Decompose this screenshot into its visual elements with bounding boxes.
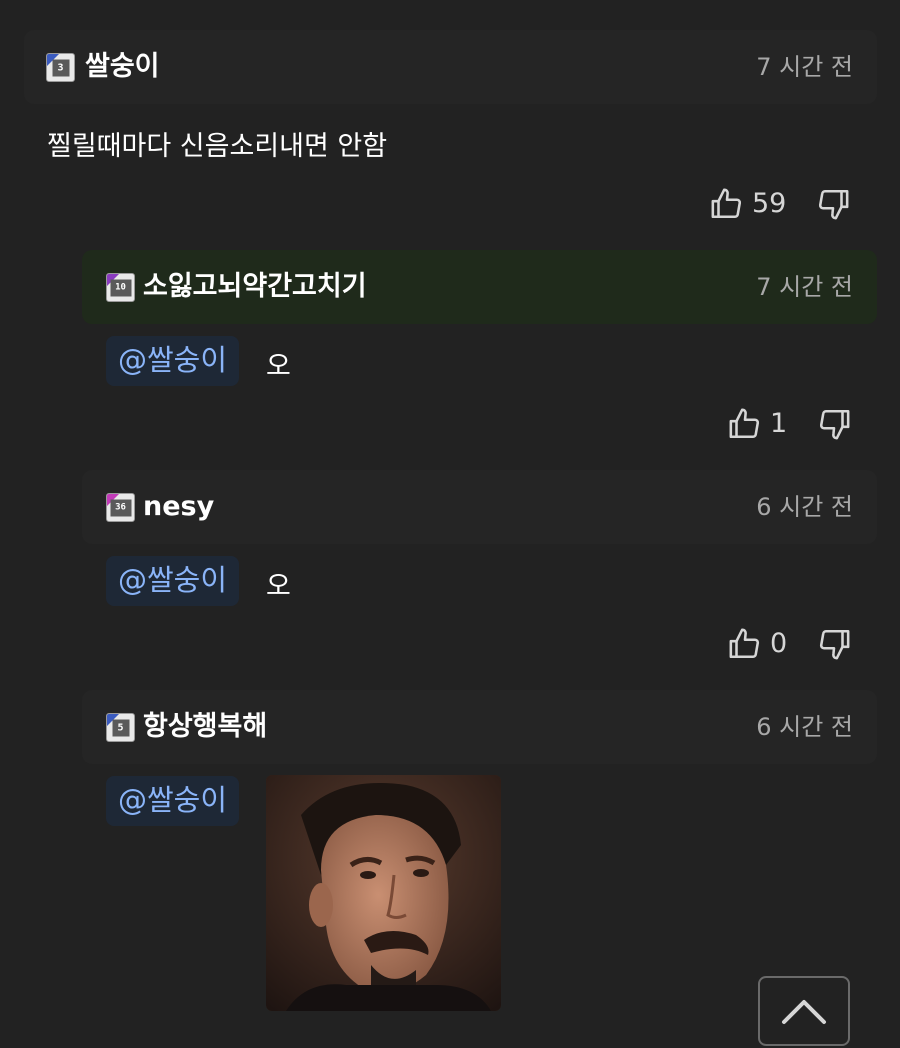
thumbs-up-icon[interactable]: [728, 406, 762, 442]
thumbs-up-icon[interactable]: [710, 186, 744, 222]
comment-vote-bar: 59: [710, 184, 850, 224]
level-badge-icon: 36: [106, 493, 135, 522]
comment-username[interactable]: 쌀숭이: [85, 48, 160, 86]
mention-tag[interactable]: @쌀숭이: [106, 556, 240, 606]
reply-time: 6 시간 전: [756, 713, 853, 741]
level-badge-icon: 10: [106, 273, 135, 302]
mention-tag[interactable]: @쌀숭이: [106, 336, 240, 386]
like-count: 1: [770, 408, 788, 439]
level-badge-icon: 3: [46, 53, 75, 82]
scroll-to-top-button[interactable]: [758, 976, 850, 1046]
comment-header: 3 쌀숭이 7 시간 전: [24, 30, 877, 104]
reply-header: 5 항상행복해 6 시간 전: [82, 690, 877, 764]
reply-time: 7 시간 전: [756, 273, 853, 301]
reply-username[interactable]: nesy: [143, 488, 214, 526]
like-count: 59: [752, 188, 787, 219]
thumbs-up-icon[interactable]: [728, 626, 762, 662]
comment-text: 찔릴때마다 신음소리내면 안함: [47, 131, 388, 162]
reply-vote-bar: 0: [728, 624, 851, 664]
reply-time: 6 시간 전: [756, 493, 853, 521]
reply-vote-bar: 1: [728, 404, 851, 444]
level-badge-icon: 5: [106, 713, 135, 742]
reply-header: 36 nesy 6 시간 전: [82, 470, 877, 544]
comment-time: 7 시간 전: [756, 53, 853, 81]
reply-username[interactable]: 항상행복해: [143, 708, 267, 746]
reply-text: 오: [266, 351, 291, 382]
thumbs-down-icon[interactable]: [817, 626, 851, 662]
thumbs-down-icon[interactable]: [816, 186, 850, 222]
reply-username[interactable]: 소잃고뇌약간고치기: [143, 268, 367, 306]
like-count: 0: [770, 628, 788, 659]
thumbs-down-icon[interactable]: [817, 406, 851, 442]
chevron-up-icon: [782, 1000, 826, 1024]
reply-text: 오: [266, 571, 291, 602]
reaction-gif-image[interactable]: [266, 775, 501, 1011]
reply-header: 10 소잃고뇌약간고치기 7 시간 전: [82, 250, 877, 324]
mention-tag[interactable]: @쌀숭이: [106, 776, 240, 826]
